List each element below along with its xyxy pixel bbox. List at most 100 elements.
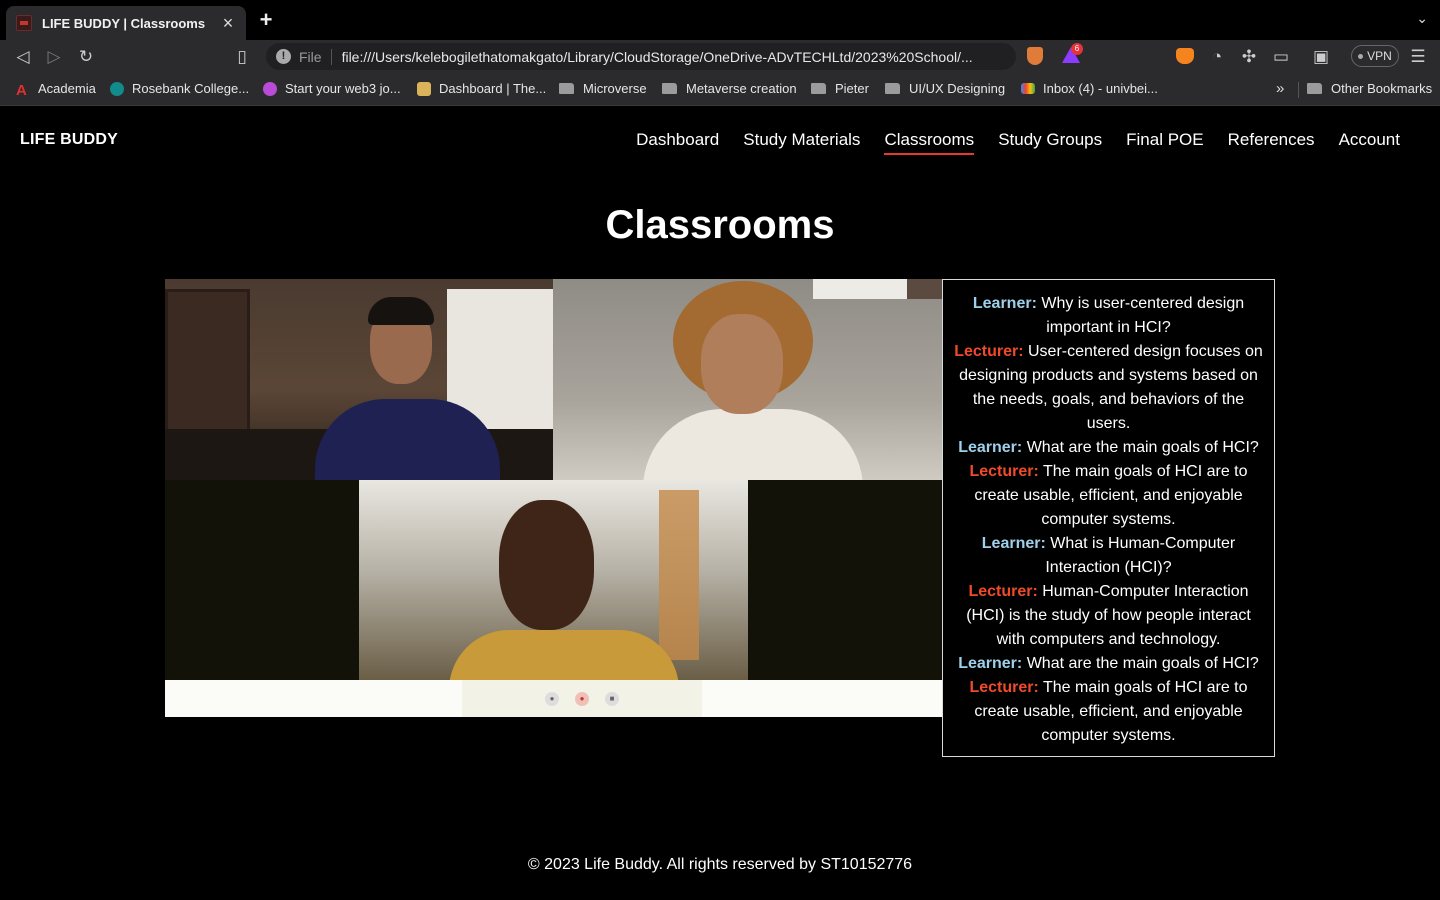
other-bookmarks[interactable]: Other Bookmarks [1307, 81, 1432, 96]
bookmark-label: Metaverse creation [686, 81, 797, 96]
bookmark-label: Dashboard | The... [439, 81, 547, 96]
address-bar[interactable]: ! File file:///Users/kelebogilethatomakg… [266, 43, 1016, 70]
bookmark-dashboard[interactable]: Dashboard | The... [417, 81, 546, 96]
speaker-label: Learner: [958, 439, 1023, 456]
site-footer: © 2023 Life Buddy. All rights reserved b… [527, 856, 913, 873]
main-nav: Dashboard Study Materials Classrooms Stu… [636, 130, 1400, 155]
extensions-puzzle-icon[interactable]: ✣ [1238, 46, 1260, 68]
bookmarks-bar: A Academia Rosebank College... Start you… [0, 73, 1440, 106]
vpn-button[interactable]: VPN [1351, 45, 1399, 67]
tab-list-chevron-icon[interactable]: ⌄ [1416, 10, 1428, 27]
participant-video-learner-1 [553, 279, 943, 480]
site-logo[interactable]: LIFE BUDDY [20, 131, 118, 149]
transcript-line: Learner: What are the main goals of HCI? [953, 652, 1264, 676]
message-text: What are the main goals of HCI? [1026, 655, 1259, 672]
page-title: Classrooms [605, 203, 835, 247]
academia-icon: A [16, 81, 27, 99]
brave-rewards-icon[interactable]: 6 [1062, 43, 1083, 65]
nav-study-materials[interactable]: Study Materials [743, 130, 860, 155]
back-icon[interactable]: ◁ [12, 46, 34, 68]
transcript-line: Learner: What is Human-Computer Interact… [953, 532, 1264, 580]
bookmark-pieter[interactable]: Pieter [811, 81, 869, 96]
speaker-label: Lecturer: [968, 583, 1038, 600]
participant-video-lecturer [165, 279, 553, 480]
forward-icon[interactable]: ▷ [43, 46, 65, 68]
brave-shields-icon[interactable] [1027, 47, 1043, 65]
bookmark-label: Start your web3 jo... [285, 81, 401, 96]
bookmark-inbox[interactable]: Inbox (4) - univbei... [1021, 81, 1158, 96]
speaker-label: Lecturer: [969, 679, 1039, 696]
chat-transcript: Learner: Why is user-centered design imp… [942, 279, 1275, 757]
message-text: What is Human-Computer Interaction (HCI)… [1045, 535, 1236, 576]
transcript-line: Lecturer: User-centered design focuses o… [953, 340, 1264, 436]
folder-icon [559, 83, 574, 94]
menu-icon[interactable]: ☰ [1407, 46, 1429, 68]
transcript-line: Learner: What are the main goals of HCI? [953, 436, 1264, 460]
folder-icon [885, 83, 900, 94]
vpn-status-dot-icon [1358, 53, 1364, 59]
end-call-icon[interactable]: ● [575, 691, 589, 706]
speaker-label: Lecturer: [969, 463, 1039, 480]
url-scheme-label: File [299, 48, 332, 65]
bookmark-icon[interactable]: ▯ [231, 46, 253, 68]
reload-icon[interactable]: ↻ [75, 46, 97, 68]
bookmark-web3[interactable]: Start your web3 jo... [263, 81, 401, 96]
vpn-label: VPN [1367, 49, 1392, 63]
bookmark-label: Pieter [835, 81, 869, 96]
folder-icon [811, 83, 826, 94]
bookmark-uiux[interactable]: UI/UX Designing [885, 81, 1005, 96]
nav-classrooms[interactable]: Classrooms [884, 130, 975, 155]
browser-tab-bar: LIFE BUDDY | Classrooms × + ⌄ [0, 0, 1440, 40]
bookmark-rosebank[interactable]: Rosebank College... [110, 81, 249, 96]
speaker-label: Learner: [981, 535, 1046, 552]
url-text[interactable]: file:///Users/kelebogilethatomakgato/Lib… [342, 49, 973, 65]
nav-final-poe[interactable]: Final POE [1126, 130, 1203, 155]
nav-study-groups[interactable]: Study Groups [998, 130, 1102, 155]
metamask-extension-icon[interactable] [1176, 48, 1194, 64]
folder-icon [1307, 83, 1322, 94]
bookmark-label: UI/UX Designing [909, 81, 1006, 96]
site-header: LIFE BUDDY Dashboard Study Materials Cla… [0, 107, 1440, 171]
video-call[interactable]: ● ● ■ [165, 279, 943, 717]
bookmark-label: Academia [38, 81, 96, 96]
bookmark-label: Rosebank College... [132, 81, 250, 96]
nav-dashboard[interactable]: Dashboard [636, 130, 719, 155]
bookmark-metaverse[interactable]: Metaverse creation [662, 81, 797, 96]
browser-tab[interactable]: LIFE BUDDY | Classrooms × [6, 6, 246, 40]
speaker-label: Learner: [958, 655, 1023, 672]
info-icon[interactable]: ! [276, 49, 291, 64]
speed-extension-icon[interactable]: ◔ [1206, 46, 1228, 68]
more-bookmarks-chevron-icon[interactable]: » [1276, 80, 1284, 97]
message-text: What are the main goals of HCI? [1026, 439, 1259, 456]
transcript-line: Learner: Why is user-centered design imp… [953, 292, 1264, 340]
bookmark-microverse[interactable]: Microverse [559, 81, 647, 96]
bookmark-label: Microverse [583, 81, 647, 96]
speaker-label: Lecturer: [954, 343, 1024, 360]
call-controls-bar: ● ● ■ [165, 680, 943, 717]
speaker-label: Learner: [972, 295, 1037, 312]
folder-icon [662, 83, 677, 94]
bookmarks-divider [1298, 82, 1299, 98]
transcript-line: Lecturer: Human-Computer Interaction (HC… [953, 580, 1264, 652]
camera-icon[interactable]: ■ [605, 691, 619, 706]
gmail-icon [1021, 83, 1035, 94]
transcript-line: Lecturer: The main goals of HCI are to c… [953, 460, 1264, 532]
close-tab-icon[interactable]: × [220, 14, 236, 32]
nav-references[interactable]: References [1228, 130, 1315, 155]
other-bookmarks-label: Other Bookmarks [1331, 81, 1433, 96]
sidebar-icon[interactable]: ▭ [1270, 46, 1292, 68]
new-tab-button[interactable]: + [256, 9, 276, 31]
rewards-badge: 6 [1071, 43, 1083, 55]
participant-video-learner-2 [359, 480, 748, 680]
site-favicon-icon [16, 15, 32, 31]
microphone-icon[interactable]: ● [545, 691, 559, 706]
nav-account[interactable]: Account [1339, 130, 1400, 155]
wallet-icon[interactable]: ▣ [1310, 46, 1332, 68]
transcript-line: Lecturer: The main goals of HCI are to c… [953, 676, 1264, 748]
self-view-thumbnail [907, 279, 943, 299]
sharepoint-icon [110, 81, 124, 96]
dashboard-icon [417, 81, 431, 96]
bookmark-label: Inbox (4) - univbei... [1043, 81, 1158, 96]
bookmark-academia[interactable]: A Academia [16, 81, 96, 99]
message-text: Why is user-centered design important in… [1041, 295, 1245, 336]
